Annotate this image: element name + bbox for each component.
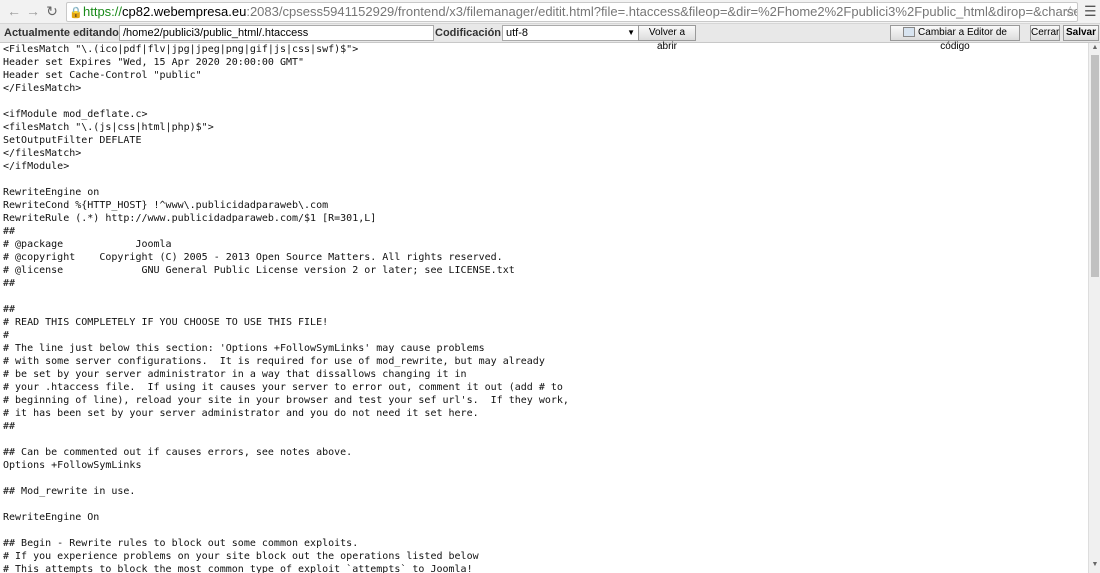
code-line: ## <box>3 304 16 315</box>
encoding-label: Codificación: <box>435 27 505 39</box>
lock-icon: 🔒 <box>69 7 83 19</box>
code-line: <ifModule mod_deflate.c> <box>3 109 148 120</box>
save-button[interactable]: Salvar <box>1063 25 1099 41</box>
code-line: # <box>3 330 10 341</box>
code-line: # it has been set by your server adminis… <box>3 408 479 419</box>
code-line: # be set by your server administrator in… <box>3 369 467 380</box>
code-line: SetOutputFilter DEFLATE <box>3 135 142 146</box>
code-line: ## <box>3 226 16 237</box>
url-scheme: https:// <box>83 4 123 19</box>
star-icon[interactable]: ☆ <box>1064 3 1077 19</box>
code-line: <FilesMatch "\.(ico|pdf|flv|jpg|jpeg|png… <box>3 44 359 55</box>
code-line: RewriteEngine on <box>3 187 100 198</box>
code-line: # This attempts to block the most common… <box>3 564 473 573</box>
code-line: # your .htaccess file. If using it cause… <box>3 382 563 393</box>
file-path-field[interactable]: /home2/publici3/public_html/.htaccess <box>119 25 434 41</box>
code-line: Options +FollowSymLinks <box>3 460 142 471</box>
code-line: Header set Expires "Wed, 15 Apr 2020 20:… <box>3 57 305 68</box>
url-host: cp82.webempresa.eu <box>122 4 247 19</box>
code-line: # @license GNU General Public License ve… <box>3 265 515 276</box>
menu-icon[interactable]: ☰ <box>1084 3 1097 19</box>
code-line: </filesMatch> <box>3 148 82 159</box>
encoding-value: utf-8 <box>506 27 529 39</box>
scrollbar-thumb[interactable] <box>1091 55 1099 277</box>
url-path: :2083/cpsess5941152929/frontend/x3/filem… <box>246 4 1078 19</box>
browser-toolbar: ← → ↻ 🔒https://cp82.webempresa.eu:2083/c… <box>0 0 1100 24</box>
editor-toolbar: Actualmente editando: /home2/publici3/pu… <box>0 24 1100 52</box>
editor-icon <box>903 27 916 38</box>
code-textarea[interactable]: <FilesMatch "\.(ico|pdf|flv|jpg|jpeg|png… <box>0 43 1088 573</box>
code-line: # If you experience problems on your sit… <box>3 551 479 562</box>
code-line: # The line just below this section: 'Opt… <box>3 343 485 354</box>
code-editor-button[interactable]: Cambiar a Editor de código <box>890 25 1020 52</box>
editing-label: Actualmente editando: <box>4 27 123 39</box>
vertical-scrollbar[interactable]: ▲ ▼ <box>1088 43 1100 573</box>
code-line: RewriteRule (.*) http://www.publicidadpa… <box>3 213 377 224</box>
address-bar[interactable]: 🔒https://cp82.webempresa.eu:2083/cpsess5… <box>66 2 1078 22</box>
code-line: ## Mod_rewrite in use. <box>3 486 136 497</box>
code-content[interactable]: <FilesMatch "\.(ico|pdf|flv|jpg|jpeg|png… <box>0 43 1088 573</box>
reload-icon[interactable]: ↻ <box>44 3 60 19</box>
code-line: # @copyright Copyright (C) 2005 - 2013 O… <box>3 252 503 263</box>
code-line: RewriteCond %{HTTP_HOST} !^www\.publicid… <box>3 200 329 211</box>
code-line: # with some server configurations. It is… <box>3 356 545 367</box>
reopen-button[interactable]: Volver a abrir <box>638 25 696 52</box>
code-line: ## <box>3 421 16 432</box>
close-button[interactable]: Cerrar <box>1030 25 1060 41</box>
code-line: ## <box>3 278 16 289</box>
scroll-up-icon[interactable]: ▲ <box>1090 44 1100 51</box>
scroll-down-icon[interactable]: ▼ <box>1090 561 1100 568</box>
dropdown-arrow-icon: ▼ <box>627 28 635 37</box>
code-line: RewriteEngine On <box>3 512 100 523</box>
back-icon[interactable]: ← <box>6 3 22 19</box>
code-line: Header set Cache-Control "public" <box>3 70 202 81</box>
code-line: </FilesMatch> <box>3 83 82 94</box>
encoding-select[interactable]: utf-8 ▼ <box>502 25 639 41</box>
code-line: # @package Joomla <box>3 239 172 250</box>
code-line: ## Can be commented out if causes errors… <box>3 447 353 458</box>
code-line: ## Begin - Rewrite rules to block out so… <box>3 538 359 549</box>
code-line: <filesMatch "\.(js|css|html|php)$"> <box>3 122 214 133</box>
code-line: # beginning of line), reload your site i… <box>3 395 569 406</box>
code-line: </ifModule> <box>3 161 70 172</box>
forward-icon[interactable]: → <box>25 3 41 19</box>
code-line: # READ THIS COMPLETELY IF YOU CHOOSE TO … <box>3 317 329 328</box>
